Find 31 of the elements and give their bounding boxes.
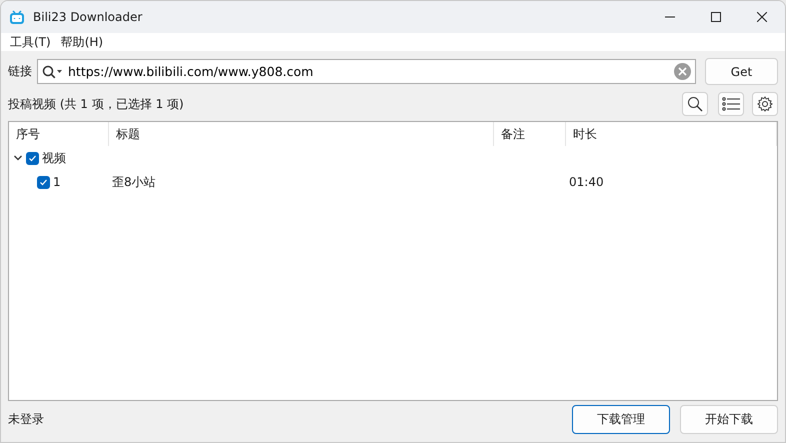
- search-icon[interactable]: [42, 64, 64, 78]
- action-button[interactable]: 开始下载: [680, 405, 778, 434]
- column-header[interactable]: 标题: [109, 122, 494, 146]
- expand-icon[interactable]: [13, 153, 23, 163]
- settings-button[interactable]: [752, 92, 778, 116]
- column-header[interactable]: 备注: [494, 122, 566, 146]
- login-status: 未登录: [8, 411, 45, 428]
- link-label: 链接: [8, 63, 32, 80]
- list-icon[interactable]: [722, 97, 740, 111]
- window-title: Bili23 Downloader: [33, 10, 144, 24]
- list-button[interactable]: [718, 92, 744, 116]
- get-button[interactable]: Get: [705, 58, 778, 85]
- table-cell: 01:40: [569, 175, 604, 189]
- column-header[interactable]: 时长: [566, 122, 777, 146]
- search-button[interactable]: [682, 92, 708, 116]
- menu-item[interactable]: 帮助(H): [56, 34, 108, 50]
- url-field[interactable]: https://www.bilibili.com/www.y808.com: [68, 64, 670, 79]
- tv-logo-icon: [9, 10, 25, 24]
- address-bar[interactable]: https://www.bilibili.com/www.y808.com: [37, 59, 696, 84]
- clear-icon[interactable]: [674, 63, 691, 80]
- table-cell: 歪8小站: [112, 174, 156, 190]
- menu-item[interactable]: 工具(T): [5, 34, 56, 50]
- close-icon[interactable]: [757, 12, 767, 22]
- settings-icon[interactable]: [757, 96, 773, 112]
- action-button[interactable]: 下载管理: [572, 405, 670, 434]
- table-cell: 1: [53, 175, 61, 189]
- search-icon[interactable]: [687, 96, 703, 112]
- maximize-icon[interactable]: [711, 12, 721, 22]
- group-label: 视频: [42, 150, 66, 166]
- summary-text: 投稿视频 (共 1 项，已选择 1 项): [8, 96, 185, 112]
- column-header[interactable]: 序号: [9, 122, 109, 146]
